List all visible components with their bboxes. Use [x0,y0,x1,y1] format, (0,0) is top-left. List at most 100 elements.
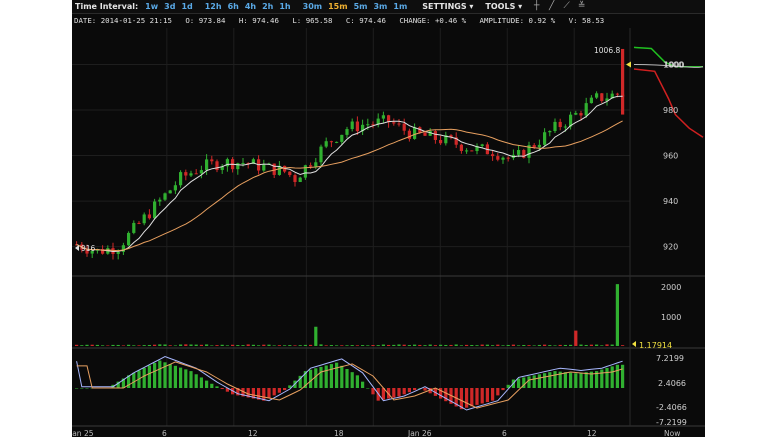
volume-bar [220,344,224,346]
price-tick-920: 920 [663,243,678,252]
price-chart[interactable]: 1000 980 960 940 920 2000 1000 7.2199 2.… [72,28,705,437]
interval-5m[interactable]: 5m [354,2,368,11]
macd-bar [158,360,162,388]
ohlc-info-bar: DATE: 2014-01-25 21:15 O: 973.84 H: 974.… [72,15,705,27]
macd-bar [210,383,214,388]
x-label-7: Now [664,429,680,437]
candle-body [621,48,625,115]
volume-bar [605,344,609,346]
interval-1d[interactable]: 1d [181,2,192,11]
volume-bar [158,344,162,346]
interval-3m[interactable]: 3m [373,2,387,11]
interval-1h[interactable]: 1h [279,2,290,11]
interval-1w[interactable]: 1w [145,2,158,11]
volume-bar [189,344,193,346]
macd-bar [423,388,427,391]
info-high: H: 974.46 [238,16,279,25]
volume-bar [179,344,183,346]
volume-bar [579,344,583,346]
candle-body [423,132,427,136]
candle-body [329,141,333,143]
volume-bar [610,344,614,346]
interval-12h[interactable]: 12h [205,2,222,11]
interval-6h[interactable]: 6h [228,2,239,11]
info-date: DATE: 2014-01-25 21:15 [74,16,172,25]
macd-bar [340,365,344,388]
volume-bar [147,344,151,346]
candle-body [355,121,359,132]
volume-bar [116,344,120,346]
volume-bar [563,344,567,346]
volume-bar [267,344,271,346]
line-icon[interactable]: ╱ [545,1,558,12]
volume-bar [475,345,479,346]
volume-bar [168,345,172,346]
volume-bar [532,345,536,346]
macd-bar [168,364,172,388]
volume-bar [511,344,515,346]
cross-icon[interactable]: ┼ [530,1,543,12]
info-amplitude: AMPLITUDE: 0.92 % [479,16,556,25]
macd-tick-2: -2.4066 [656,403,687,412]
fib-icon[interactable]: ≚ [575,1,588,12]
macd-tick-1: 2.4066 [658,379,686,388]
volume-bar [407,345,411,346]
volume-bar [517,345,521,346]
current-price-marker [626,61,631,68]
volume-bar [355,345,359,346]
macd-bar [470,388,474,407]
x-label-3: 18 [334,429,344,437]
candle-body [163,193,167,200]
macd-bar [329,364,333,388]
price-tick-980: 980 [663,106,678,115]
interval-1m[interactable]: 1m [393,2,407,11]
volume-bar [236,345,240,346]
volume-bar [361,345,365,346]
toolbar: Time Interval: 1w 3d 1d 12h 6h 4h 2h 1h … [72,0,705,14]
candle-body [199,170,203,174]
volume-bar [184,344,188,346]
volume-bar [548,345,552,346]
candle-body [600,93,604,101]
candle-body [350,121,354,130]
settings-menu[interactable]: SETTINGS ▾ [422,2,473,11]
macd-bar [283,388,287,391]
volume-bar [137,345,141,346]
interval-2h[interactable]: 2h [262,2,273,11]
trend-icon[interactable]: ⟋ [560,1,573,12]
candle-body [262,164,266,171]
candle-body [517,150,521,155]
volume-bar [527,345,531,346]
candle-body [303,165,307,178]
interval-3d[interactable]: 3d [164,2,175,11]
macd-bar [189,371,193,388]
macd-tick-3: -7.2199 [656,418,687,427]
macd-bar [402,388,406,395]
interval-30m[interactable]: 30m [303,2,322,11]
interval-4h[interactable]: 4h [245,2,256,11]
volume-bar [595,344,599,346]
depth-ask-line [633,68,704,138]
macd-bar [501,388,505,391]
macd-bar [173,365,177,388]
interval-15m[interactable]: 15m [328,2,347,11]
high-marker-label: 1006.8 [594,46,620,55]
macd-bar [621,364,625,388]
tools-menu[interactable]: TOOLS ▾ [485,2,522,11]
candle-body [314,162,318,167]
macd-bar [496,388,500,396]
volume-bar [85,344,89,346]
macd-bar [319,366,323,388]
macd-bar [184,369,188,388]
volume-bar [574,330,578,346]
candle-body [579,113,583,116]
volume-bar [340,345,344,346]
macd-bar [465,388,469,408]
macd-bar [80,388,84,389]
macd-bar [548,372,552,388]
candle-body [553,121,557,132]
volume-bar [283,345,287,346]
candle-body [491,154,495,157]
volume-bar [153,344,157,346]
volume-bar [569,344,573,346]
